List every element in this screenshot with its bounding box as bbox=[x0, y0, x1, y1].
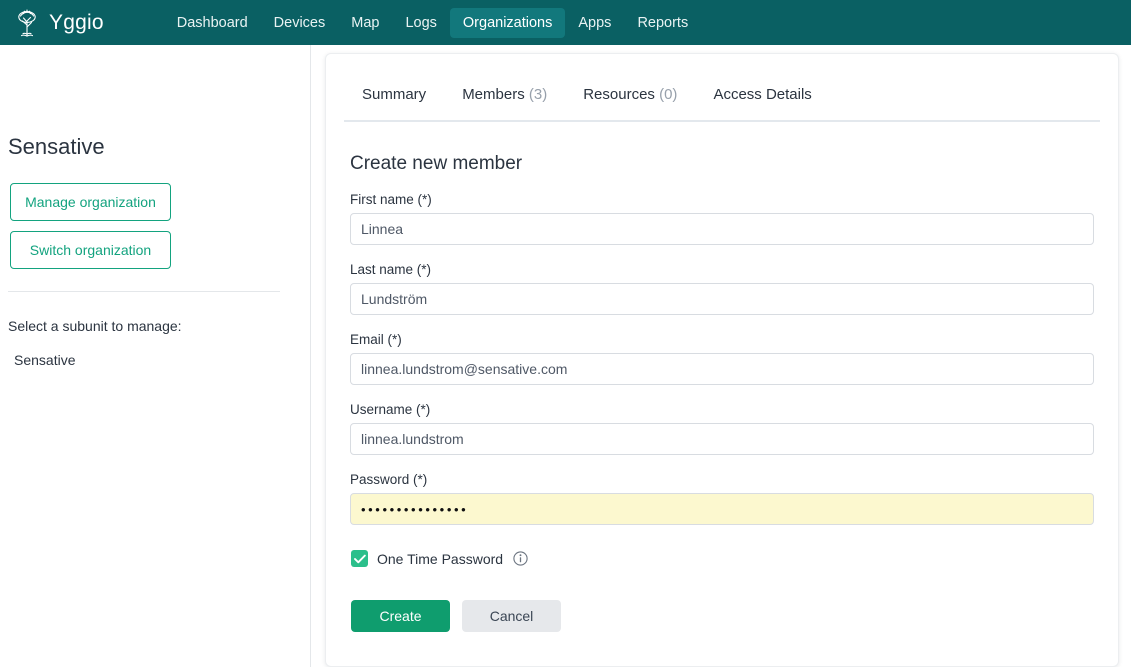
create-button[interactable]: Create bbox=[351, 600, 450, 632]
field-password: Password (*) bbox=[348, 472, 1096, 525]
last-name-label: Last name (*) bbox=[350, 262, 432, 277]
page-body: Sensative Manage organization Switch org… bbox=[0, 45, 1131, 667]
email-label: Email (*) bbox=[350, 332, 402, 347]
nav-item-apps[interactable]: Apps bbox=[565, 8, 624, 38]
switch-organization-button[interactable]: Switch organization bbox=[10, 231, 171, 269]
email-input[interactable] bbox=[350, 353, 1094, 385]
password-label: Password (*) bbox=[350, 472, 428, 487]
tab-resources-label: Resources bbox=[583, 86, 655, 103]
field-email: Email (*) bbox=[348, 332, 1096, 385]
nav-item-logs[interactable]: Logs bbox=[392, 8, 449, 38]
nav-item-dashboard[interactable]: Dashboard bbox=[164, 8, 261, 38]
sidebar: Sensative Manage organization Switch org… bbox=[0, 45, 311, 667]
tab-resources-count: (0) bbox=[659, 86, 678, 103]
first-name-label: First name (*) bbox=[350, 192, 432, 207]
main-content: Summary Members (3) Resources (0) Access… bbox=[311, 45, 1131, 667]
nav-item-reports[interactable]: Reports bbox=[624, 8, 701, 38]
tab-members-label: Members bbox=[462, 86, 525, 103]
main-nav: Dashboard Devices Map Logs Organizations… bbox=[164, 7, 702, 38]
tab-access-details-label: Access Details bbox=[713, 86, 812, 103]
manage-organization-button[interactable]: Manage organization bbox=[10, 183, 171, 221]
organization-title: Sensative bbox=[8, 134, 105, 159]
nav-item-map[interactable]: Map bbox=[338, 8, 392, 38]
tab-members[interactable]: Members (3) bbox=[444, 86, 565, 120]
tab-resources[interactable]: Resources (0) bbox=[565, 86, 695, 120]
tree-icon bbox=[14, 8, 40, 37]
check-icon bbox=[353, 554, 366, 563]
tab-summary[interactable]: Summary bbox=[344, 86, 444, 120]
card-tabs: Summary Members (3) Resources (0) Access… bbox=[344, 54, 1100, 122]
one-time-password-label: One Time Password bbox=[377, 550, 504, 567]
username-input[interactable] bbox=[350, 423, 1094, 455]
field-first-name: First name (*) bbox=[348, 192, 1096, 245]
first-name-input[interactable] bbox=[350, 213, 1094, 245]
last-name-input[interactable] bbox=[350, 283, 1094, 315]
brand-name: Yggio bbox=[49, 10, 104, 34]
password-input[interactable] bbox=[350, 493, 1094, 525]
member-card: Summary Members (3) Resources (0) Access… bbox=[325, 53, 1119, 667]
form-actions: Create Cancel bbox=[351, 600, 1096, 632]
one-time-password-checkbox[interactable] bbox=[351, 550, 368, 567]
tab-access-details[interactable]: Access Details bbox=[695, 86, 829, 120]
brand-logo[interactable]: Yggio bbox=[14, 8, 104, 37]
tab-summary-label: Summary bbox=[362, 86, 427, 103]
top-navigation-bar: Yggio Dashboard Devices Map Logs Organiz… bbox=[0, 0, 1131, 45]
tab-members-count: (3) bbox=[528, 86, 548, 103]
form-title: Create new member bbox=[350, 153, 523, 174]
nav-item-devices[interactable]: Devices bbox=[261, 8, 339, 38]
info-icon[interactable] bbox=[513, 551, 528, 566]
cancel-button[interactable]: Cancel bbox=[462, 600, 561, 632]
username-label: Username (*) bbox=[350, 402, 431, 417]
subunit-item-sensative[interactable]: Sensative bbox=[14, 352, 300, 368]
field-last-name: Last name (*) bbox=[348, 262, 1096, 315]
subunit-prompt: Select a subunit to manage: bbox=[8, 318, 182, 334]
nav-item-organizations[interactable]: Organizations bbox=[449, 7, 566, 38]
sidebar-divider bbox=[8, 291, 280, 292]
one-time-password-row: One Time Password bbox=[351, 550, 1096, 567]
field-username: Username (*) bbox=[348, 402, 1096, 455]
